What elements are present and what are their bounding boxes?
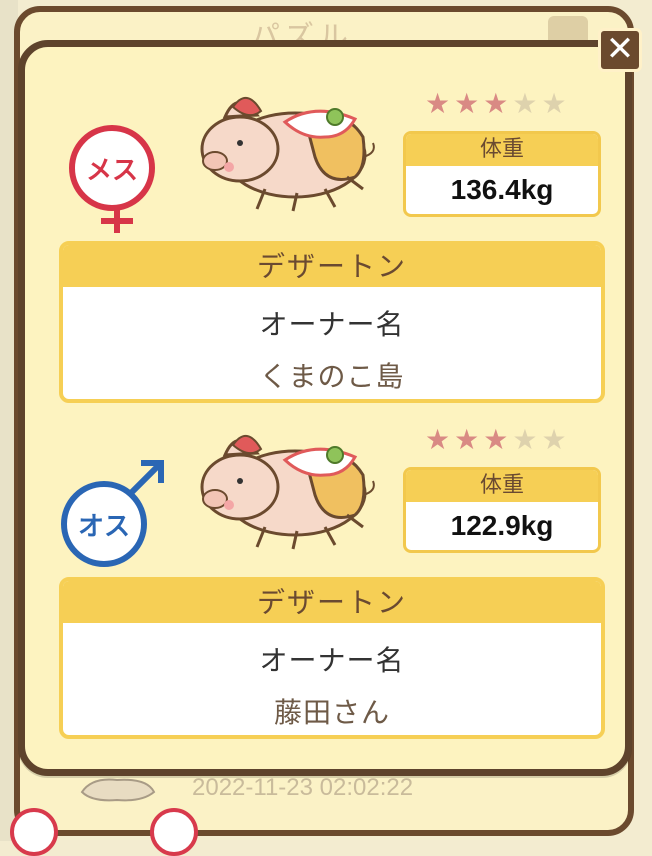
rarity-stars: ★★★★★ (425, 423, 571, 456)
owner-label: オーナー名 (259, 308, 405, 341)
female-badge: メス (69, 125, 155, 211)
star-icon: ★ (483, 423, 513, 456)
weight-box: 体重 122.9kg (403, 467, 601, 553)
breed-name: デザートン (63, 581, 601, 623)
owner-name: 藤田さん (273, 696, 390, 729)
weight-box: 体重 136.4kg (403, 131, 601, 217)
owner-label: オーナー名 (259, 644, 405, 677)
background-timestamp: 2022-11-23 02:02:22 (192, 774, 414, 801)
dessert-pig-icon (200, 97, 375, 212)
weight-value: 122.9kg (450, 510, 554, 541)
star-icon: ★ (512, 423, 542, 456)
female-badge-label: メス (85, 155, 138, 186)
background-badge-female (10, 808, 58, 856)
background-badge-ban (150, 808, 198, 856)
rarity-stars: ★★★★★ (425, 87, 571, 120)
star-icon: ★ (541, 87, 571, 120)
background-pig-icon (72, 772, 162, 806)
weight-label: 体重 (406, 470, 598, 502)
star-icon: ★ (425, 423, 455, 456)
star-icon: ★ (483, 87, 513, 120)
pig-info-card: デザートン オーナー名 くまのこ島 (59, 241, 605, 403)
weight-label: 体重 (406, 134, 598, 166)
owner-name: くまのこ島 (259, 360, 405, 393)
dessert-pig-icon (200, 435, 375, 550)
star-icon: ★ (425, 87, 455, 120)
female-symbol-icon (101, 205, 133, 233)
star-icon: ★ (541, 423, 571, 456)
star-icon: ★ (512, 87, 542, 120)
male-symbol-icon (126, 460, 164, 498)
close-icon: ✕ (605, 29, 635, 69)
male-badge-label: オス (77, 511, 130, 542)
pig-info-card: デザートン オーナー名 藤田さん (59, 577, 605, 739)
star-icon: ★ (454, 87, 484, 120)
star-icon: ★ (454, 423, 484, 456)
weight-value: 136.4kg (450, 174, 554, 205)
breed-name: デザートン (63, 245, 601, 287)
pig-detail-modal: メス ★★★★★ 体重 136.4kg デザートン オーナー名 くまのこ島 オス… (18, 40, 632, 776)
close-button[interactable]: ✕ (598, 28, 642, 72)
